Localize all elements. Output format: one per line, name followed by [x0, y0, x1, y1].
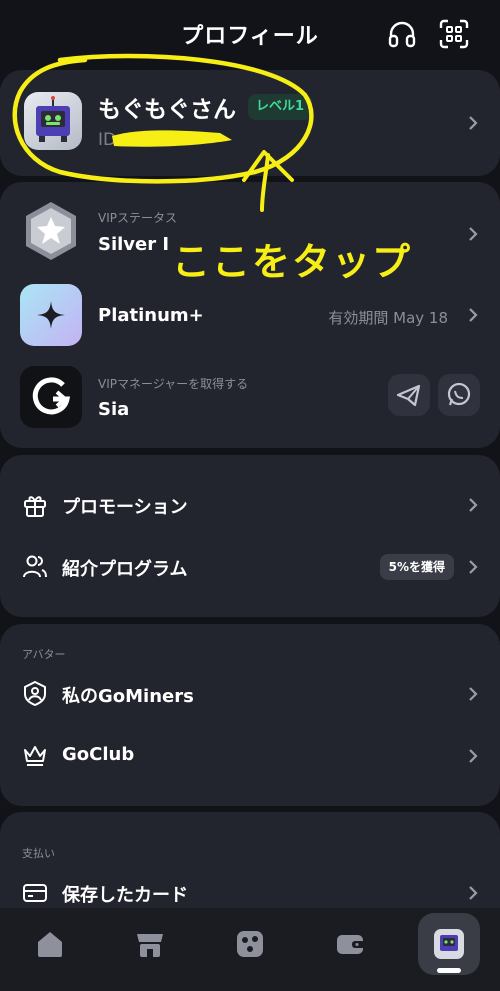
users-icon: [23, 555, 47, 578]
profile-name: もぐもぐさん: [98, 97, 236, 123]
miner-avatar-icon: [36, 96, 70, 142]
chevron-right-icon: [469, 116, 478, 130]
chevron-right-icon: [469, 749, 478, 763]
home-icon[interactable]: [32, 926, 68, 962]
platinum-plan-name[interactable]: Platinum+: [98, 305, 204, 326]
goclub-label[interactable]: GoClub: [62, 744, 134, 765]
avatar-card: [0, 624, 500, 806]
vip-status-label: VIPステータス: [98, 211, 177, 225]
chevron-right-icon: [469, 308, 478, 322]
referral-label[interactable]: 紹介プログラム: [62, 555, 187, 581]
my-gominers-label[interactable]: 私のGoMiners: [62, 682, 194, 708]
level-badge: レベル1: [248, 94, 313, 120]
header: プロフィール: [0, 0, 500, 70]
chevron-right-icon: [469, 227, 478, 241]
sparkle-icon: [37, 301, 65, 329]
profile-id: ID: [98, 130, 117, 150]
profile-avatar-icon[interactable]: [431, 926, 467, 962]
vip-manager-label: VIPマネージャーを取得する: [98, 377, 249, 391]
whatsapp-button[interactable]: [438, 374, 480, 416]
headset-icon[interactable]: [386, 18, 418, 50]
miners-icon[interactable]: [232, 926, 268, 962]
chevron-right-icon: [469, 498, 478, 512]
annotation-text: ここをタップ: [172, 240, 413, 284]
referral-badge: 5%を獲得: [379, 554, 454, 580]
avatar[interactable]: [24, 92, 82, 150]
telegram-button[interactable]: [388, 374, 430, 416]
page-title: プロフィール: [181, 24, 319, 49]
qr-scan-icon[interactable]: [438, 18, 470, 50]
chevron-right-icon: [469, 886, 478, 900]
telegram-icon: [396, 384, 421, 407]
payment-section-title: 支払い: [22, 847, 55, 860]
user-shield-icon: [24, 680, 46, 706]
vip-status-value: Silver I: [98, 234, 170, 255]
whatsapp-icon: [447, 382, 471, 406]
promotion-label[interactable]: プロモーション: [62, 493, 188, 519]
menu-card: [0, 455, 500, 617]
silver-medal-icon: [26, 202, 76, 260]
platinum-plan-icon: [20, 284, 82, 346]
store-icon[interactable]: [132, 926, 168, 962]
gift-icon: [24, 496, 46, 517]
wallet-icon[interactable]: [332, 926, 368, 962]
gominers-logo-icon: [32, 377, 71, 415]
crown-icon: [24, 746, 46, 766]
credit-card-icon: [23, 884, 47, 902]
avatar-section-title: アバター: [22, 648, 66, 661]
saved-cards-label[interactable]: 保存したカード: [62, 881, 188, 907]
chevron-right-icon: [469, 560, 478, 574]
vip-manager-name: Sia: [98, 399, 130, 420]
chevron-right-icon: [469, 687, 478, 701]
active-tab-indicator: [437, 968, 461, 973]
plan-validity: 有効期間 May 18: [328, 309, 448, 327]
vip-manager-logo: [20, 366, 82, 428]
